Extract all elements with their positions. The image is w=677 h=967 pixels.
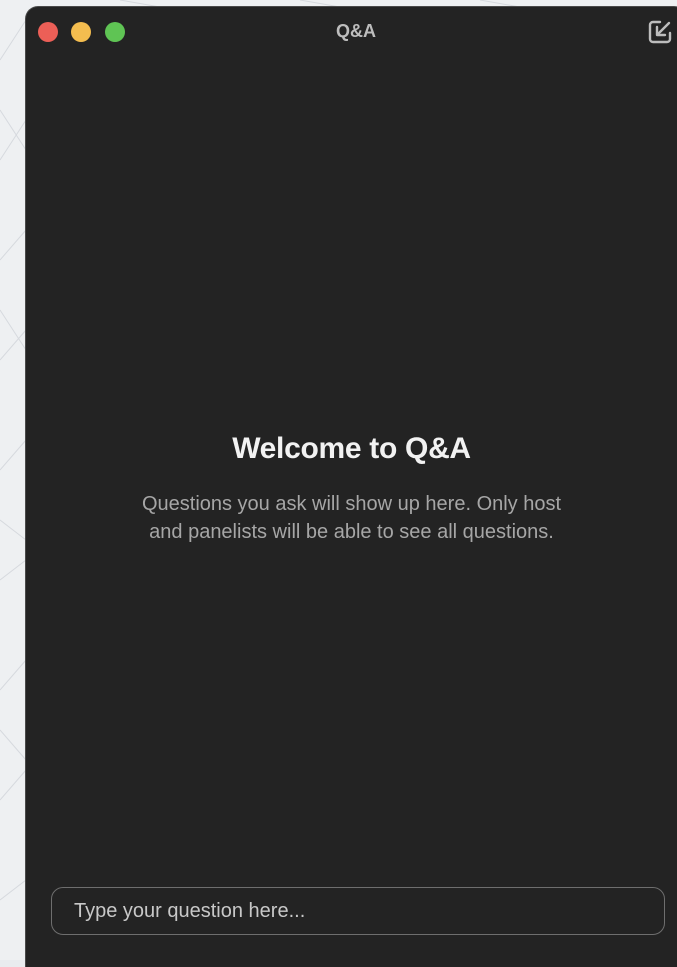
- welcome-message: Welcome to Q&A Questions you ask will sh…: [26, 432, 677, 546]
- question-input-container: [51, 887, 665, 935]
- welcome-title: Welcome to Q&A: [232, 432, 471, 465]
- question-input[interactable]: [52, 888, 664, 934]
- qa-window: Q&A Welcome to Q&A Questions you ask wil…: [26, 7, 677, 967]
- welcome-subtitle: Questions you ask will show up here. Onl…: [141, 493, 562, 543]
- window-title: Q&A: [336, 21, 376, 41]
- pop-in-arrow-icon-graphic: [648, 20, 672, 44]
- pop-in-arrow-icon[interactable]: [646, 18, 674, 46]
- title-bar: Q&A: [26, 7, 677, 51]
